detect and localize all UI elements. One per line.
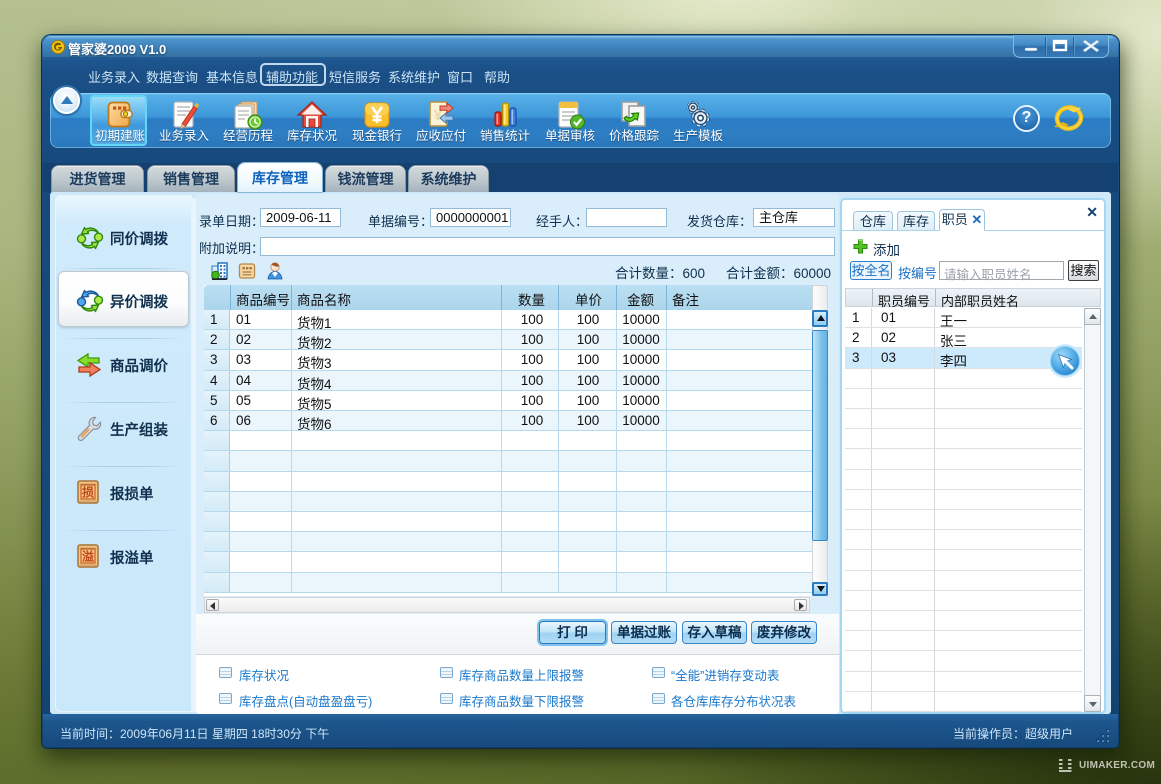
- svg-text:溢: 溢: [82, 549, 94, 564]
- svg-text:损: 损: [82, 485, 94, 500]
